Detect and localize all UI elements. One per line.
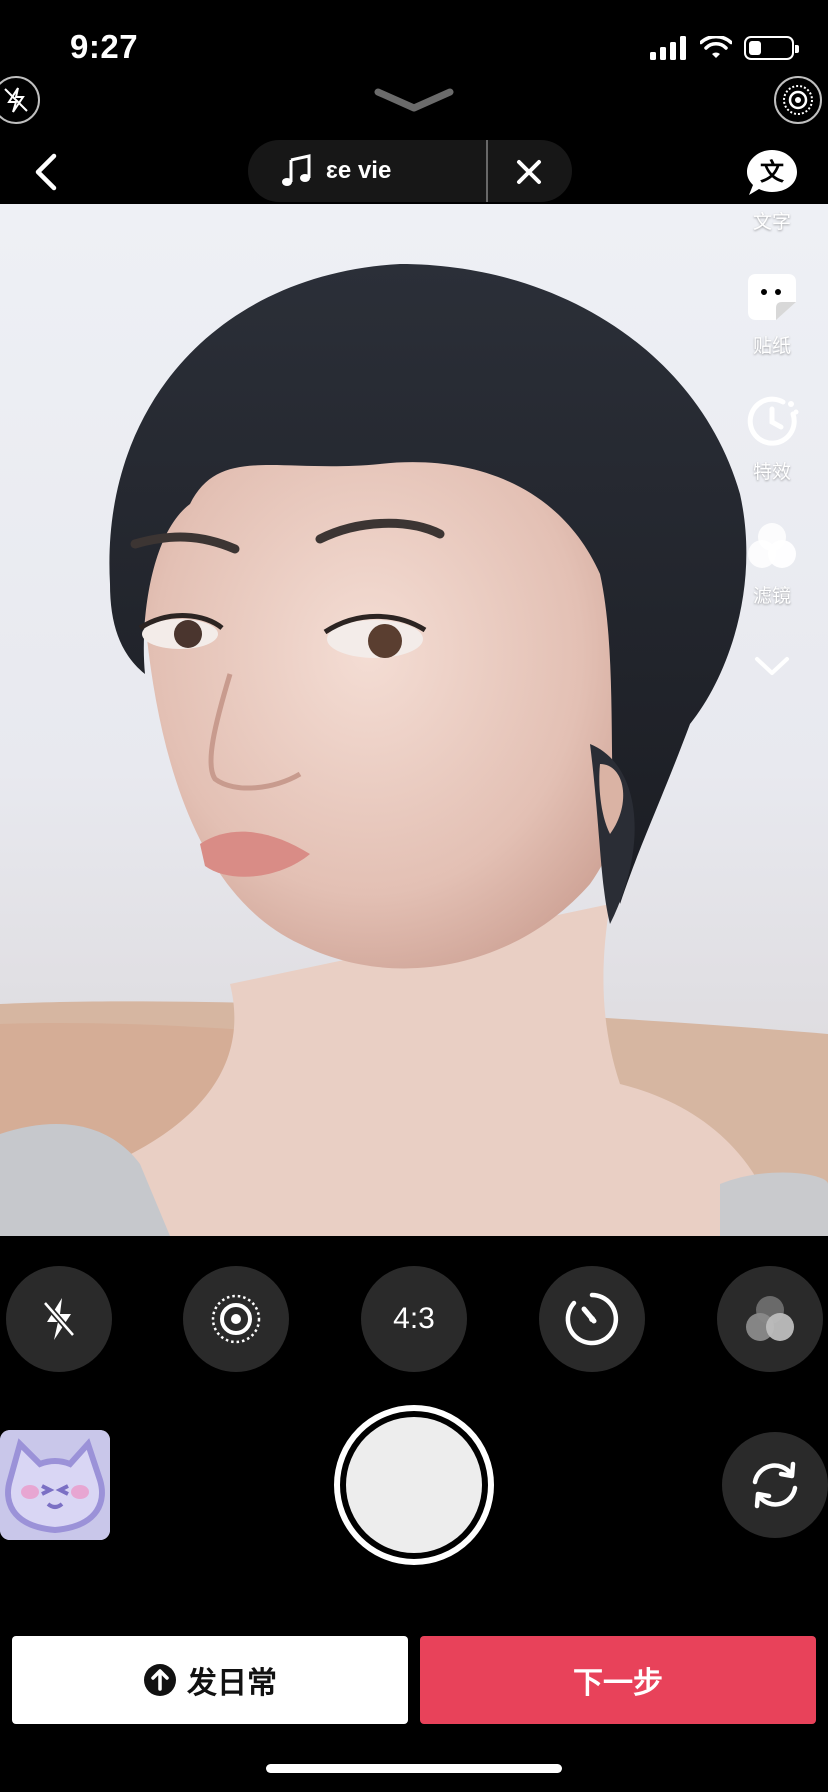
rail-text-label: 文字 [752, 212, 791, 233]
rail-text[interactable]: 文 文字 [737, 148, 807, 234]
back-icon[interactable] [30, 148, 60, 196]
upload-arrow-icon [144, 1664, 176, 1696]
beauty-button[interactable] [183, 1266, 289, 1372]
next-step-label: 下一步 [573, 1667, 663, 1700]
preview-image [0, 264, 828, 1236]
beauty-mode-icon[interactable] [774, 76, 822, 124]
album-bunny-image [0, 1430, 110, 1540]
status-icons [650, 36, 799, 60]
timer-button[interactable] [539, 1266, 645, 1372]
timer-icon [565, 1292, 619, 1346]
next-step-button[interactable]: 下一步 [420, 1636, 816, 1724]
wifi-icon [700, 36, 732, 58]
camera-preview[interactable] [0, 204, 828, 1236]
filter-icon [748, 523, 796, 568]
album-thumbnail[interactable] [0, 1430, 110, 1540]
flip-camera-button[interactable] [722, 1432, 828, 1538]
shutter-inner [346, 1417, 482, 1553]
shutter-button[interactable] [334, 1405, 494, 1565]
rail-sticker[interactable]: 贴纸 [737, 272, 807, 358]
cellular-signal-icon [650, 36, 686, 60]
rail-filter[interactable]: 滤镜 [737, 520, 807, 608]
collapse-chevron-icon[interactable] [372, 86, 456, 114]
post-daily-label: 发日常 [187, 1667, 277, 1700]
home-indicator [266, 1764, 562, 1773]
sticker-icon [748, 274, 796, 320]
rail-effects-label: 特效 [752, 462, 791, 483]
effects-icon [747, 396, 799, 446]
status-time: 9:27 [70, 28, 139, 65]
flash-off-icon [42, 1298, 76, 1340]
filter-icon [746, 1296, 794, 1341]
aspect-ratio-button[interactable]: 4:3 [361, 1266, 467, 1372]
filter-button[interactable] [717, 1266, 823, 1372]
post-daily-button[interactable]: 发日常 [12, 1636, 408, 1724]
rail-effects[interactable]: 特效 [737, 394, 807, 484]
more-tools-chevron-icon[interactable] [753, 654, 791, 678]
text-icon: 文 [747, 150, 797, 195]
flash-off-icon[interactable] [0, 76, 40, 124]
remove-music-icon[interactable] [514, 157, 544, 187]
rail-filter-label: 滤镜 [752, 586, 791, 607]
svg-text:文: 文 [760, 158, 785, 186]
flash-button[interactable] [6, 1266, 112, 1372]
beauty-icon [211, 1294, 261, 1344]
music-note-icon [282, 154, 311, 186]
music-divider [486, 140, 488, 202]
battery-icon [744, 36, 799, 60]
flip-camera-icon [752, 1461, 798, 1509]
rail-sticker-label: 贴纸 [752, 336, 791, 357]
music-title: ɛe vie [326, 157, 392, 184]
aspect-ratio-label: 4:3 [393, 1302, 435, 1335]
